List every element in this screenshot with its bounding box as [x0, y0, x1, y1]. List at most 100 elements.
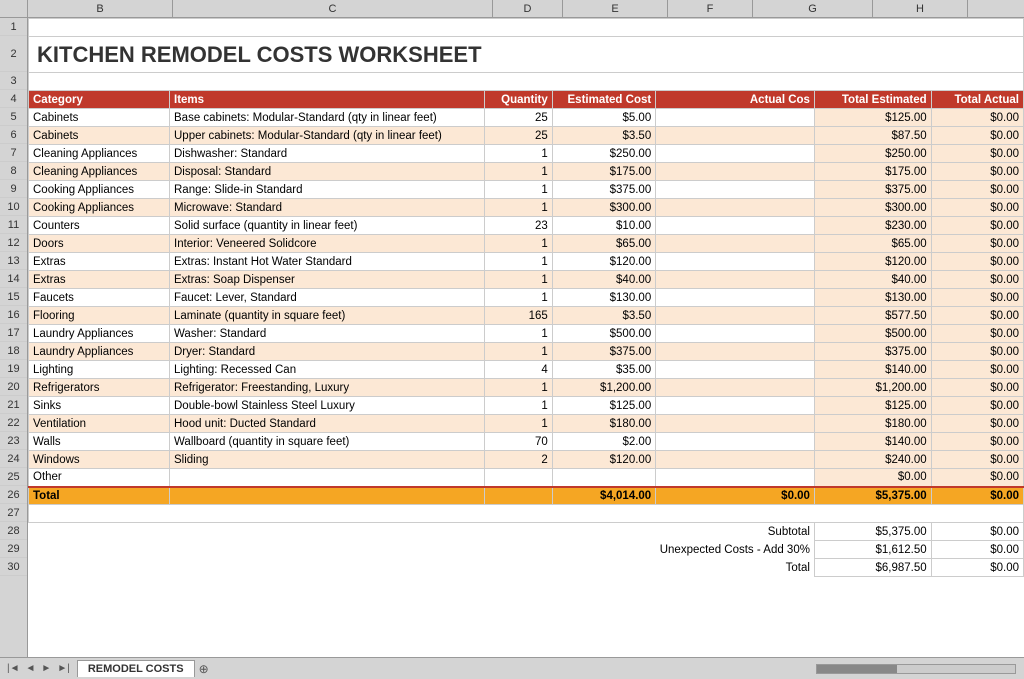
cell-category-17: Laundry Appliances	[29, 325, 170, 343]
row-num-14: 14	[0, 270, 27, 288]
cell-totalest-17: $500.00	[814, 325, 931, 343]
cell-qty-10: 1	[484, 199, 552, 217]
total-total-est: $5,375.00	[814, 487, 931, 505]
col-b-header: B	[28, 0, 173, 17]
col-h-header: H	[873, 0, 968, 17]
row-num-4: 4	[0, 90, 27, 108]
cell-qty-9: 1	[484, 181, 552, 199]
cell-qty-17: 1	[484, 325, 552, 343]
row-27	[29, 505, 1024, 523]
header-items: Items	[170, 91, 485, 109]
cell-item-13: Extras: Instant Hot Water Standard	[170, 253, 485, 271]
row-num-12: 12	[0, 234, 27, 252]
cell-item-5: Base cabinets: Modular-Standard (qty in …	[170, 109, 485, 127]
cell-item-19: Lighting: Recessed Can	[170, 361, 485, 379]
row-num-22: 22	[0, 414, 27, 432]
row-num-13: 13	[0, 252, 27, 270]
tab-nav-prev[interactable]: ◄	[23, 663, 39, 674]
cell-totalest-18: $375.00	[814, 343, 931, 361]
data-row-6: Cabinets Upper cabinets: Modular-Standar…	[29, 127, 1024, 145]
cell-estcost-12: $65.00	[552, 235, 655, 253]
cell-category-8: Cleaning Appliances	[29, 163, 170, 181]
cell-actcost-21	[656, 397, 815, 415]
tab-nav-next[interactable]: ►	[38, 663, 54, 674]
add-sheet-icon[interactable]: ⊕	[199, 662, 209, 676]
cell-actcost-19	[656, 361, 815, 379]
cell-category-7: Cleaning Appliances	[29, 145, 170, 163]
row-1	[29, 19, 1024, 37]
row-29-unexpected: Unexpected Costs - Add 30% $1,612.50 $0.…	[29, 541, 1024, 559]
data-row-18: Laundry Appliances Dryer: Standard 1 $37…	[29, 343, 1024, 361]
data-row-10: Cooking Appliances Microwave: Standard 1…	[29, 199, 1024, 217]
cell-totalact-12: $0.00	[931, 235, 1023, 253]
row-num-21: 21	[0, 396, 27, 414]
worksheet-table: KITCHEN REMODEL COSTS WORKSHEET Category…	[28, 18, 1024, 577]
cell-actcost-14	[656, 271, 815, 289]
row-num-10: 10	[0, 198, 27, 216]
cell-totalact-5: $0.00	[931, 109, 1023, 127]
cell-qty-25	[484, 469, 552, 487]
summary-total-label: Total	[656, 559, 815, 577]
data-row-25: Other $0.00 $0.00	[29, 469, 1024, 487]
cell-estcost-15: $130.00	[552, 289, 655, 307]
header-row: Category Items Quantity Estimated Cost A…	[29, 91, 1024, 109]
cell-actcost-23	[656, 433, 815, 451]
horizontal-scrollbar[interactable]	[816, 664, 1016, 674]
row-num-15: 15	[0, 288, 27, 306]
main-grid: KITCHEN REMODEL COSTS WORKSHEET Category…	[28, 18, 1024, 657]
cell-estcost-21: $125.00	[552, 397, 655, 415]
cell-totalest-15: $130.00	[814, 289, 931, 307]
cell-actcost-7	[656, 145, 815, 163]
cell-totalact-25: $0.00	[931, 469, 1023, 487]
cell-qty-21: 1	[484, 397, 552, 415]
row-num-26: 26	[0, 486, 27, 504]
cell-estcost-19: $35.00	[552, 361, 655, 379]
tab-nav-last[interactable]: ►|	[54, 663, 73, 674]
cell-actcost-22	[656, 415, 815, 433]
row-28-subtotal: Subtotal $5,375.00 $0.00	[29, 523, 1024, 541]
cell-totalact-14: $0.00	[931, 271, 1023, 289]
cell-item-18: Dryer: Standard	[170, 343, 485, 361]
col-g-header: G	[753, 0, 873, 17]
tab-bar: |◄ ◄ ► ►| REMODEL COSTS ⊕	[0, 657, 1024, 679]
cell-totalact-6: $0.00	[931, 127, 1023, 145]
cell-estcost-9: $375.00	[552, 181, 655, 199]
unexpected-label: Unexpected Costs - Add 30%	[656, 541, 815, 559]
cell-category-5: Cabinets	[29, 109, 170, 127]
worksheet-tab[interactable]: REMODEL COSTS	[77, 660, 195, 677]
header-total-actual: Total Actual	[931, 91, 1023, 109]
data-row-21: Sinks Double-bowl Stainless Steel Luxury…	[29, 397, 1024, 415]
cell-item-9: Range: Slide-in Standard	[170, 181, 485, 199]
cell-qty-13: 1	[484, 253, 552, 271]
cell-actcost-16	[656, 307, 815, 325]
cell-totalact-17: $0.00	[931, 325, 1023, 343]
cell-totalact-23: $0.00	[931, 433, 1023, 451]
cell-totalest-20: $1,200.00	[814, 379, 931, 397]
cell-qty-12: 1	[484, 235, 552, 253]
cell-estcost-23: $2.00	[552, 433, 655, 451]
subtotal-act: $0.00	[931, 523, 1023, 541]
cell-category-14: Extras	[29, 271, 170, 289]
cell-category-18: Laundry Appliances	[29, 343, 170, 361]
cell-totalact-18: $0.00	[931, 343, 1023, 361]
tab-nav-first[interactable]: |◄	[4, 663, 23, 674]
cell-category-15: Faucets	[29, 289, 170, 307]
row-3	[29, 73, 1024, 91]
data-row-7: Cleaning Appliances Dishwasher: Standard…	[29, 145, 1024, 163]
cell-qty-7: 1	[484, 145, 552, 163]
cell-qty-19: 4	[484, 361, 552, 379]
row-num-3: 3	[0, 72, 27, 90]
cell-estcost-18: $375.00	[552, 343, 655, 361]
cell-totalest-7: $250.00	[814, 145, 931, 163]
col-e-header: E	[563, 0, 668, 17]
data-row-13: Extras Extras: Instant Hot Water Standar…	[29, 253, 1024, 271]
cell-actcost-15	[656, 289, 815, 307]
cell-actcost-12	[656, 235, 815, 253]
cell-totalest-24: $240.00	[814, 451, 931, 469]
cell-estcost-13: $120.00	[552, 253, 655, 271]
cell-estcost-25	[552, 469, 655, 487]
cell-actcost-20	[656, 379, 815, 397]
cell-estcost-11: $10.00	[552, 217, 655, 235]
cell-qty-11: 23	[484, 217, 552, 235]
cell-totalest-9: $375.00	[814, 181, 931, 199]
